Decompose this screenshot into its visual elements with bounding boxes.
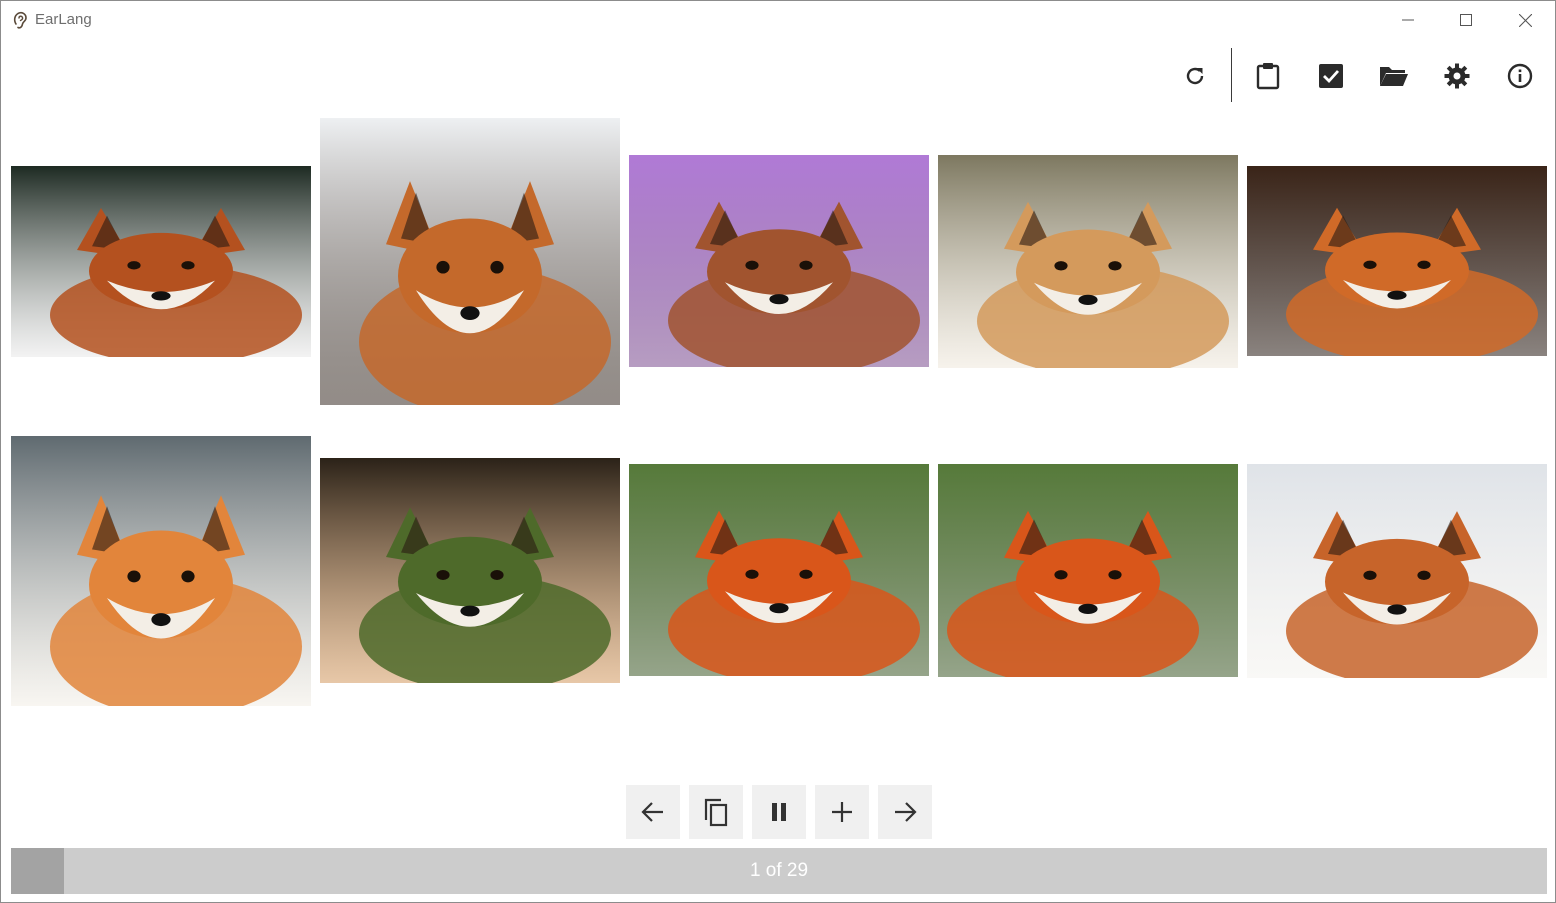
maximize-icon bbox=[1460, 14, 1472, 26]
image-thumbnail[interactable] bbox=[11, 436, 311, 706]
pause-icon bbox=[772, 803, 786, 821]
image-thumbnail[interactable] bbox=[938, 464, 1238, 677]
fox-image bbox=[938, 155, 1238, 368]
image-thumbnail[interactable] bbox=[1247, 464, 1547, 678]
image-thumbnail[interactable] bbox=[320, 458, 620, 683]
progress-bar[interactable]: 1 of 29 bbox=[11, 848, 1547, 894]
close-icon bbox=[1518, 13, 1532, 27]
maximize-button[interactable] bbox=[1437, 1, 1495, 39]
checkbox-checked-icon bbox=[1319, 64, 1343, 88]
image-thumbnail[interactable] bbox=[1247, 166, 1547, 356]
image-thumbnail[interactable] bbox=[11, 166, 311, 357]
clipboard-button[interactable] bbox=[1245, 53, 1291, 99]
image-thumbnail[interactable] bbox=[629, 464, 929, 676]
open-folder-button[interactable] bbox=[1371, 53, 1417, 99]
next-button[interactable] bbox=[878, 785, 932, 839]
copy-icon bbox=[704, 798, 728, 827]
gear-icon bbox=[1444, 63, 1470, 89]
fox-image bbox=[11, 166, 311, 357]
arrow-left-icon bbox=[641, 802, 663, 822]
pause-button[interactable] bbox=[752, 785, 806, 839]
title-bar[interactable]: EarLang bbox=[1, 1, 1555, 39]
toolbar-separator bbox=[1231, 48, 1232, 102]
copy-button[interactable] bbox=[689, 785, 743, 839]
settings-button[interactable] bbox=[1434, 53, 1480, 99]
image-thumbnail[interactable] bbox=[938, 155, 1238, 368]
previous-button[interactable] bbox=[626, 785, 680, 839]
refresh-button[interactable] bbox=[1172, 53, 1218, 99]
progress-label: 1 of 29 bbox=[749, 860, 809, 881]
arrow-right-icon bbox=[895, 802, 917, 822]
image-thumbnail[interactable] bbox=[629, 155, 929, 367]
clipboard-icon bbox=[1256, 63, 1280, 90]
close-button[interactable] bbox=[1496, 1, 1554, 39]
fox-image bbox=[11, 436, 311, 706]
folder-open-icon bbox=[1380, 67, 1408, 86]
refresh-icon bbox=[1186, 67, 1204, 85]
ear-icon bbox=[11, 10, 29, 30]
window-title: EarLang bbox=[35, 11, 92, 28]
fox-image bbox=[320, 458, 620, 683]
fox-image bbox=[1247, 166, 1547, 356]
plus-icon bbox=[832, 802, 852, 822]
minimize-icon bbox=[1402, 19, 1414, 21]
fox-image bbox=[1247, 464, 1547, 678]
check-button[interactable] bbox=[1308, 53, 1354, 99]
info-button[interactable] bbox=[1497, 53, 1543, 99]
fox-image bbox=[320, 118, 620, 405]
app-window: EarLang 1 of 29 bbox=[0, 0, 1556, 903]
add-button[interactable] bbox=[815, 785, 869, 839]
fox-image bbox=[629, 155, 929, 367]
image-thumbnail[interactable] bbox=[320, 118, 620, 405]
minimize-button[interactable] bbox=[1379, 1, 1437, 39]
fox-image bbox=[938, 464, 1238, 677]
info-icon bbox=[1507, 63, 1533, 89]
fox-image bbox=[629, 464, 929, 676]
